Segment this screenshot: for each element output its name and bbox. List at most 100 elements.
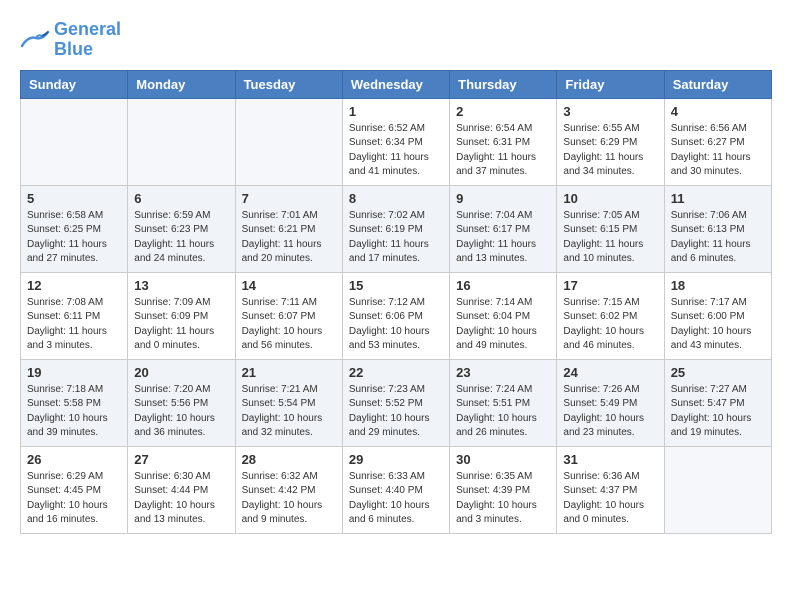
calendar-day-cell: 5 Sunrise: 6:58 AM Sunset: 6:25 PM Daylig… xyxy=(21,185,128,272)
day-number: 1 xyxy=(349,104,443,119)
day-number: 19 xyxy=(27,365,121,380)
day-number: 9 xyxy=(456,191,550,206)
day-number: 12 xyxy=(27,278,121,293)
weekday-header-cell: Thursday xyxy=(450,70,557,98)
calendar-day-cell: 23Sunrise: 7:24 AM Sunset: 5:51 PM Dayli… xyxy=(450,359,557,446)
day-info: Sunrise: 7:18 AM Sunset: 5:58 PM Dayligh… xyxy=(27,383,121,441)
calendar-week-row: 12 Sunrise: 7:08 AM Sunset: 6:11 PM Dayli… xyxy=(21,272,772,359)
calendar-day-cell: 6 Sunrise: 6:59 AM Sunset: 6:23 PM Daylig… xyxy=(128,185,235,272)
day-info: Sunrise: 7:14 AM Sunset: 6:04 PM Dayligh… xyxy=(456,296,550,354)
day-number: 10 xyxy=(563,191,657,206)
day-number: 18 xyxy=(671,278,765,293)
calendar-body: 1Sunrise: 6:52 AM Sunset: 6:34 PM Daylig… xyxy=(21,98,772,533)
calendar-day-cell: 16 Sunrise: 7:14 AM Sunset: 6:04 PM Dayli… xyxy=(450,272,557,359)
weekday-header-cell: Sunday xyxy=(21,70,128,98)
weekday-header-cell: Friday xyxy=(557,70,664,98)
day-number: 11 xyxy=(671,191,765,206)
calendar-day-cell: 7Sunrise: 7:01 AM Sunset: 6:21 PM Daylig… xyxy=(235,185,342,272)
calendar-day-cell: 21 Sunrise: 7:21 AM Sunset: 5:54 PM Dayli… xyxy=(235,359,342,446)
day-info: Sunrise: 6:30 AM Sunset: 4:44 PM Dayligh… xyxy=(134,470,228,528)
day-number: 8 xyxy=(349,191,443,206)
day-number: 28 xyxy=(242,452,336,467)
calendar-day-cell: 28 Sunrise: 6:32 AM Sunset: 4:42 PM Dayli… xyxy=(235,446,342,533)
day-number: 5 xyxy=(27,191,121,206)
calendar-day-cell: 31Sunrise: 6:36 AM Sunset: 4:37 PM Dayli… xyxy=(557,446,664,533)
day-info: Sunrise: 7:17 AM Sunset: 6:00 PM Dayligh… xyxy=(671,296,765,354)
day-info: Sunrise: 6:36 AM Sunset: 4:37 PM Dayligh… xyxy=(563,470,657,528)
day-number: 17 xyxy=(563,278,657,293)
day-number: 29 xyxy=(349,452,443,467)
day-number: 16 xyxy=(456,278,550,293)
calendar-day-cell xyxy=(664,446,771,533)
day-number: 22 xyxy=(349,365,443,380)
day-number: 24 xyxy=(563,365,657,380)
calendar-day-cell xyxy=(21,98,128,185)
day-number: 3 xyxy=(563,104,657,119)
day-number: 13 xyxy=(134,278,228,293)
calendar-day-cell: 15 Sunrise: 7:12 AM Sunset: 6:06 PM Dayli… xyxy=(342,272,449,359)
day-number: 6 xyxy=(134,191,228,206)
calendar-day-cell: 26 Sunrise: 6:29 AM Sunset: 4:45 PM Dayli… xyxy=(21,446,128,533)
day-info: Sunrise: 7:24 AM Sunset: 5:51 PM Dayligh… xyxy=(456,383,550,441)
day-number: 26 xyxy=(27,452,121,467)
day-number: 25 xyxy=(671,365,765,380)
calendar-day-cell xyxy=(235,98,342,185)
logo-text: General Blue xyxy=(54,20,121,60)
day-info: Sunrise: 7:08 AM Sunset: 6:11 PM Dayligh… xyxy=(27,296,121,354)
calendar-day-cell: 29 Sunrise: 6:33 AM Sunset: 4:40 PM Dayli… xyxy=(342,446,449,533)
logo-icon xyxy=(20,28,50,52)
day-info: Sunrise: 7:06 AM Sunset: 6:13 PM Dayligh… xyxy=(671,209,765,267)
calendar-day-cell: 22 Sunrise: 7:23 AM Sunset: 5:52 PM Dayli… xyxy=(342,359,449,446)
day-info: Sunrise: 6:58 AM Sunset: 6:25 PM Dayligh… xyxy=(27,209,121,267)
calendar-table: SundayMondayTuesdayWednesdayThursdayFrid… xyxy=(20,70,772,534)
day-number: 14 xyxy=(242,278,336,293)
calendar-day-cell: 30 Sunrise: 6:35 AM Sunset: 4:39 PM Dayli… xyxy=(450,446,557,533)
calendar-day-cell: 27 Sunrise: 6:30 AM Sunset: 4:44 PM Dayli… xyxy=(128,446,235,533)
weekday-header-row: SundayMondayTuesdayWednesdayThursdayFrid… xyxy=(21,70,772,98)
logo: General Blue xyxy=(20,20,121,60)
calendar-day-cell: 12 Sunrise: 7:08 AM Sunset: 6:11 PM Dayli… xyxy=(21,272,128,359)
day-info: Sunrise: 7:04 AM Sunset: 6:17 PM Dayligh… xyxy=(456,209,550,267)
page-header: General Blue xyxy=(20,20,772,60)
calendar-day-cell: 20 Sunrise: 7:20 AM Sunset: 5:56 PM Dayli… xyxy=(128,359,235,446)
day-info: Sunrise: 7:21 AM Sunset: 5:54 PM Dayligh… xyxy=(242,383,336,441)
calendar-day-cell: 1Sunrise: 6:52 AM Sunset: 6:34 PM Daylig… xyxy=(342,98,449,185)
calendar-day-cell: 13 Sunrise: 7:09 AM Sunset: 6:09 PM Dayli… xyxy=(128,272,235,359)
day-info: Sunrise: 7:02 AM Sunset: 6:19 PM Dayligh… xyxy=(349,209,443,267)
weekday-header-cell: Saturday xyxy=(664,70,771,98)
calendar-day-cell: 2Sunrise: 6:54 AM Sunset: 6:31 PM Daylig… xyxy=(450,98,557,185)
day-info: Sunrise: 7:23 AM Sunset: 5:52 PM Dayligh… xyxy=(349,383,443,441)
day-info: Sunrise: 7:20 AM Sunset: 5:56 PM Dayligh… xyxy=(134,383,228,441)
weekday-header-cell: Tuesday xyxy=(235,70,342,98)
day-info: Sunrise: 7:01 AM Sunset: 6:21 PM Dayligh… xyxy=(242,209,336,267)
day-info: Sunrise: 7:27 AM Sunset: 5:47 PM Dayligh… xyxy=(671,383,765,441)
day-number: 4 xyxy=(671,104,765,119)
day-info: Sunrise: 6:29 AM Sunset: 4:45 PM Dayligh… xyxy=(27,470,121,528)
day-info: Sunrise: 6:54 AM Sunset: 6:31 PM Dayligh… xyxy=(456,122,550,180)
day-info: Sunrise: 7:12 AM Sunset: 6:06 PM Dayligh… xyxy=(349,296,443,354)
weekday-header-cell: Wednesday xyxy=(342,70,449,98)
calendar-day-cell: 25 Sunrise: 7:27 AM Sunset: 5:47 PM Dayli… xyxy=(664,359,771,446)
day-number: 30 xyxy=(456,452,550,467)
calendar-day-cell: 18 Sunrise: 7:17 AM Sunset: 6:00 PM Dayli… xyxy=(664,272,771,359)
day-info: Sunrise: 6:59 AM Sunset: 6:23 PM Dayligh… xyxy=(134,209,228,267)
day-info: Sunrise: 7:26 AM Sunset: 5:49 PM Dayligh… xyxy=(563,383,657,441)
day-number: 20 xyxy=(134,365,228,380)
day-info: Sunrise: 6:33 AM Sunset: 4:40 PM Dayligh… xyxy=(349,470,443,528)
day-info: Sunrise: 6:35 AM Sunset: 4:39 PM Dayligh… xyxy=(456,470,550,528)
calendar-day-cell: 11 Sunrise: 7:06 AM Sunset: 6:13 PM Dayli… xyxy=(664,185,771,272)
calendar-day-cell: 17Sunrise: 7:15 AM Sunset: 6:02 PM Dayli… xyxy=(557,272,664,359)
calendar-week-row: 5 Sunrise: 6:58 AM Sunset: 6:25 PM Daylig… xyxy=(21,185,772,272)
day-info: Sunrise: 6:55 AM Sunset: 6:29 PM Dayligh… xyxy=(563,122,657,180)
calendar-day-cell: 24 Sunrise: 7:26 AM Sunset: 5:49 PM Dayli… xyxy=(557,359,664,446)
day-info: Sunrise: 6:32 AM Sunset: 4:42 PM Dayligh… xyxy=(242,470,336,528)
weekday-header-cell: Monday xyxy=(128,70,235,98)
calendar-day-cell: 10Sunrise: 7:05 AM Sunset: 6:15 PM Dayli… xyxy=(557,185,664,272)
day-number: 21 xyxy=(242,365,336,380)
day-info: Sunrise: 6:56 AM Sunset: 6:27 PM Dayligh… xyxy=(671,122,765,180)
calendar-week-row: 1Sunrise: 6:52 AM Sunset: 6:34 PM Daylig… xyxy=(21,98,772,185)
day-number: 27 xyxy=(134,452,228,467)
day-info: Sunrise: 7:09 AM Sunset: 6:09 PM Dayligh… xyxy=(134,296,228,354)
calendar-day-cell: 4 Sunrise: 6:56 AM Sunset: 6:27 PM Daylig… xyxy=(664,98,771,185)
day-number: 15 xyxy=(349,278,443,293)
